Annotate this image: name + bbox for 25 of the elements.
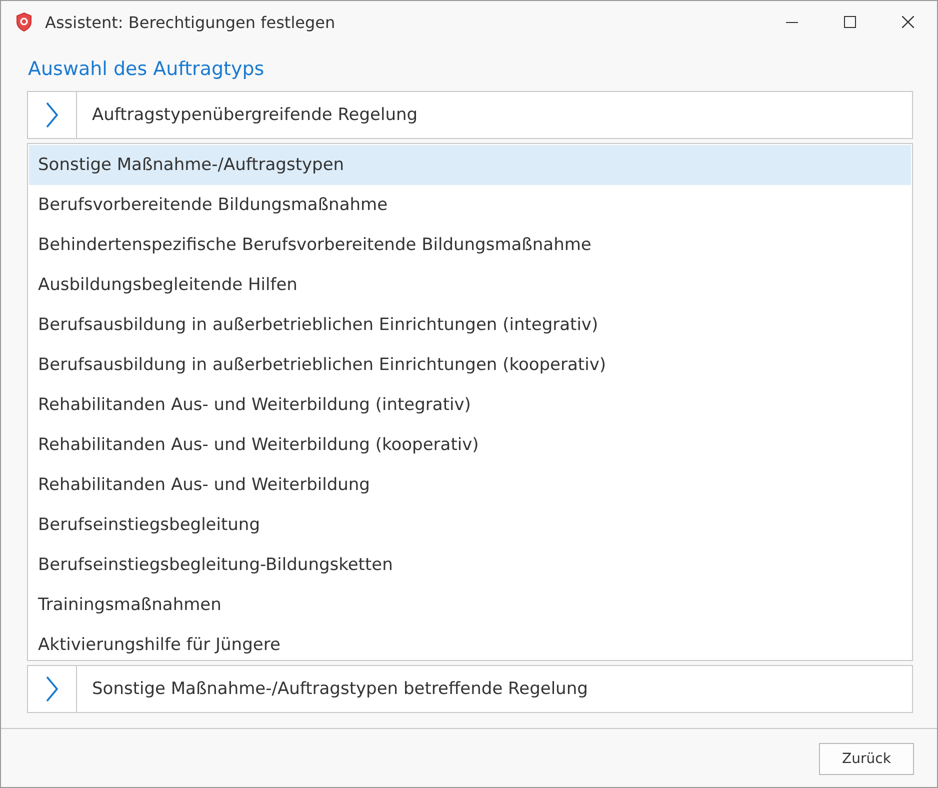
- expander-label: Auftragstypenübergreifende Regelung: [92, 105, 418, 125]
- chevron-right-icon: [45, 676, 59, 702]
- section-heading: Auswahl des Auftragtyps: [28, 58, 266, 80]
- expander-label: Sonstige Maßnahme-/Auftragstypen betreffende Regelung: [92, 679, 588, 699]
- chevron-right-icon: [45, 102, 59, 128]
- close-icon: [902, 16, 914, 28]
- expander-header[interactable]: Sonstige Maßnahme-/Auftragstypen betreffende Regelung: [27, 665, 913, 713]
- list-item[interactable]: Behindertenspezifische Berufsvorbereitende Bildungsmaßnahme: [29, 225, 911, 265]
- list-item[interactable]: Berufsausbildung in außerbetrieblichen Einrichtungen (integrativ): [29, 305, 911, 345]
- list-item[interactable]: Trainingsmaßnahmen: [29, 585, 911, 625]
- list-item[interactable]: Berufsausbildung in außerbetrieblichen Einrichtungen (kooperativ): [29, 345, 911, 385]
- list-item[interactable]: Rehabilitanden Aus- und Weiterbildung (kooperativ): [29, 425, 911, 465]
- shield-icon: [15, 12, 33, 32]
- list-item[interactable]: Ausbildungsbegleitende Hilfen: [29, 265, 911, 305]
- list-item[interactable]: Berufseinstiegsbegleitung: [29, 505, 911, 545]
- maximize-icon: [844, 16, 856, 28]
- list-item[interactable]: Rehabilitanden Aus- und Weiterbildung (integrativ): [29, 385, 911, 425]
- list-item[interactable]: Sonstige Maßnahme-/Auftragstypen: [29, 145, 911, 185]
- list-item[interactable]: Rehabilitanden Aus- und Weiterbildung: [29, 465, 911, 505]
- list-item[interactable]: Berufsvorbereitende Bildungsmaßnahme: [29, 185, 911, 225]
- expander-header[interactable]: Auftragstypenübergreifende Regelung: [27, 91, 913, 139]
- back-button[interactable]: Zurück: [819, 743, 914, 775]
- list-item[interactable]: Aktivierungshilfe für Jüngere: [29, 625, 911, 660]
- list-item[interactable]: Berufseinstiegsbegleitung-Bildungsketten: [29, 545, 911, 585]
- window-title: Assistent: Berechtigungen festlegen: [45, 12, 336, 32]
